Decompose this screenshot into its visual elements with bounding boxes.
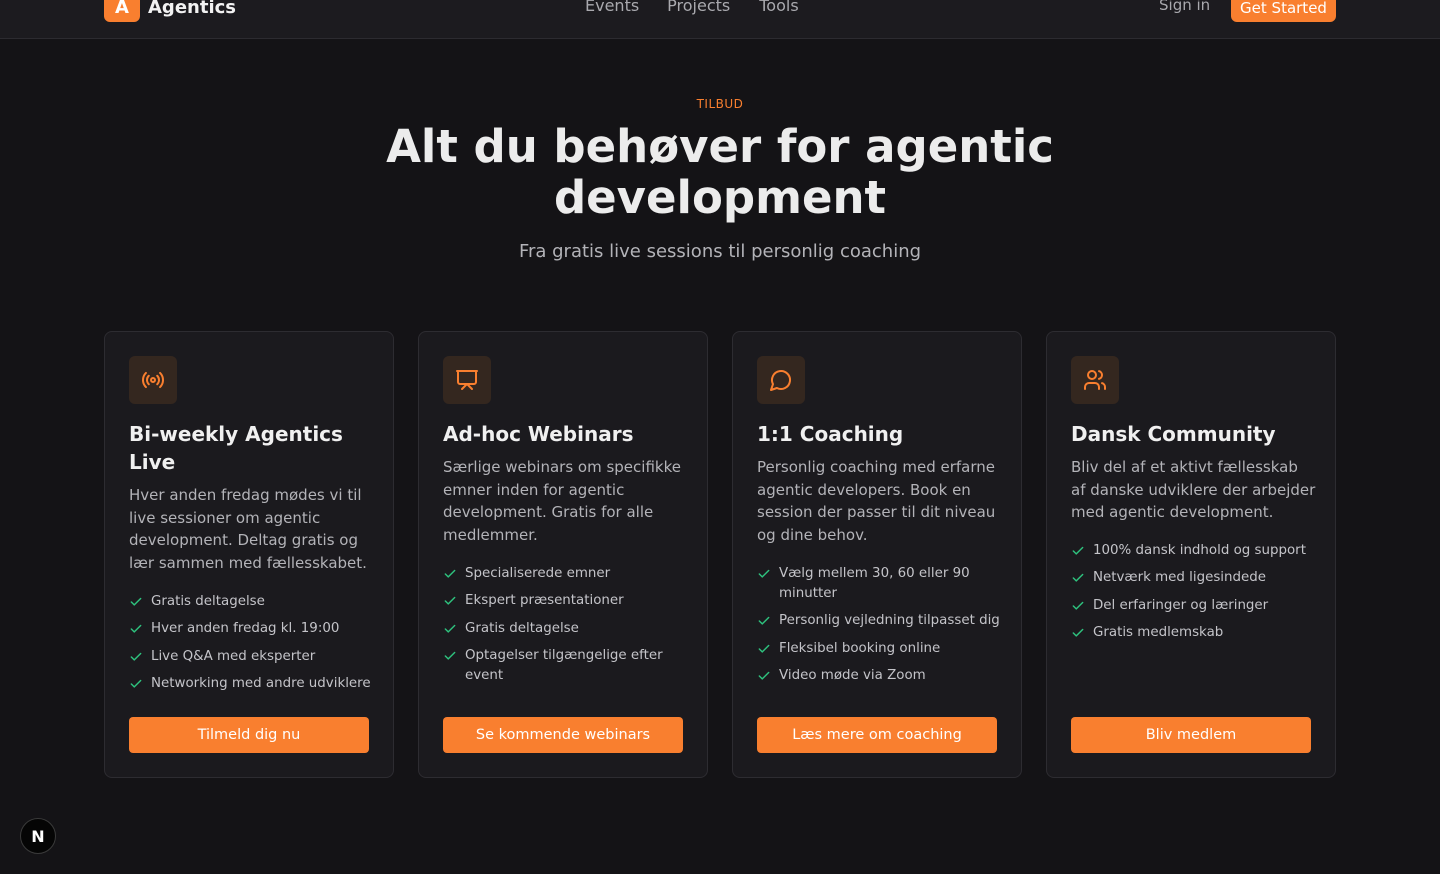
feature-label: Vælg mellem 30, 60 eller 90 minutter <box>779 566 970 601</box>
feature-item: Gratis deltagelse <box>129 592 379 612</box>
signup-button[interactable]: Tilmeld dig nu <box>129 717 369 753</box>
page-subtitle: Fra gratis live sessions til personlig c… <box>518 241 922 262</box>
presentation-icon <box>443 356 491 404</box>
check-icon <box>443 649 457 670</box>
feature-item: Netværk med ligesindede <box>1071 568 1321 588</box>
card-description: Hver anden fredag mødes vi til live sess… <box>129 486 367 573</box>
feature-label: Ekspert præsentationer <box>465 593 624 609</box>
card-title: 1:1 Coaching <box>757 422 904 446</box>
users-icon <box>1071 356 1119 404</box>
feature-label: Netværk med ligesindede <box>1093 570 1266 586</box>
check-icon <box>757 567 771 588</box>
feature-label: Video møde via Zoom <box>779 668 926 684</box>
feature-list: 100% dansk indhold og support Netværk me… <box>1071 541 1321 651</box>
check-icon <box>129 650 143 671</box>
feature-label: Fleksibel booking online <box>779 640 941 656</box>
check-icon <box>129 622 143 643</box>
card-description: Bliv del af et aktivt fællesskab af dans… <box>1071 458 1316 522</box>
check-icon <box>1071 571 1085 592</box>
dev-tools-badge[interactable]: N <box>20 818 56 854</box>
nav-tools[interactable]: Tools <box>759 0 798 15</box>
feature-label: Personlig vejledning tilpasset dig <box>779 613 1000 629</box>
offer-card-webinars: Ad-hoc Webinars Særlige webinars om spec… <box>418 331 708 778</box>
card-title: Dansk Community <box>1071 422 1276 446</box>
card-description: Personlig coaching med erfarne agentic d… <box>757 458 996 545</box>
card-title: Ad-hoc Webinars <box>443 422 634 446</box>
feature-label: Live Q&A med eksperter <box>151 648 316 664</box>
offer-card-community: Dansk Community Bliv del af et aktivt fæ… <box>1046 331 1336 778</box>
chat-bubble-icon <box>757 356 805 404</box>
feature-label: Gratis deltagelse <box>151 594 265 609</box>
join-button[interactable]: Bliv medlem <box>1071 717 1311 753</box>
get-started-button[interactable]: Get Started <box>1231 0 1336 22</box>
check-icon <box>443 567 457 588</box>
check-icon <box>1071 544 1085 565</box>
feature-label: Del erfaringer og læringer <box>1093 597 1269 613</box>
feature-item: Ekspert præsentationer <box>443 591 693 611</box>
check-icon <box>443 622 457 643</box>
feature-label: Specialiserede emner <box>465 566 611 581</box>
feature-label: Optagelser tilgængelige efter event <box>465 648 663 684</box>
feature-item: 100% dansk indhold og support <box>1071 541 1321 561</box>
feature-label: 100% dansk indhold og support <box>1093 543 1306 558</box>
broadcast-icon <box>129 356 177 404</box>
card-description: Særlige webinars om specifikke emner ind… <box>443 458 681 545</box>
feature-item: Gratis medlemskab <box>1071 623 1321 643</box>
feature-item: Vælg mellem 30, 60 eller 90 minutter <box>757 564 1007 603</box>
feature-item: Fleksibel booking online <box>757 639 1007 659</box>
check-icon <box>757 642 771 663</box>
check-icon <box>129 595 143 616</box>
check-icon <box>443 594 457 615</box>
feature-item: Live Q&A med eksperter <box>129 647 379 667</box>
feature-item: Del erfaringer og læringer <box>1071 596 1321 616</box>
check-icon <box>1071 626 1085 647</box>
feature-item: Specialiserede emner <box>443 564 693 584</box>
check-icon <box>1071 599 1085 620</box>
offer-card-coaching: 1:1 Coaching Personlig coaching med erfa… <box>732 331 1022 778</box>
feature-list: Gratis deltagelse Hver anden fredag kl. … <box>129 592 379 702</box>
feature-item: Gratis deltagelse <box>443 619 693 639</box>
feature-list: Vælg mellem 30, 60 eller 90 minutter Per… <box>757 564 1007 694</box>
page-title: Alt du behøver for agentic development <box>386 120 1054 224</box>
main-nav: Events Projects Tools <box>585 0 799 15</box>
feature-item: Networking med andre udviklere <box>129 674 379 694</box>
offer-card-live: Bi-weekly Agentics Live Hver anden freda… <box>104 331 394 778</box>
nav-events[interactable]: Events <box>585 0 639 15</box>
logo-link[interactable]: A Agentics <box>104 0 236 22</box>
feature-item: Video møde via Zoom <box>757 666 1007 686</box>
card-title: Bi-weekly Agentics Live <box>129 422 343 474</box>
brand-name: Agentics <box>148 0 236 18</box>
see-webinars-button[interactable]: Se kommende webinars <box>443 717 683 753</box>
nav-projects[interactable]: Projects <box>667 0 730 15</box>
check-icon <box>757 614 771 635</box>
check-icon <box>129 677 143 698</box>
check-icon <box>757 669 771 690</box>
coaching-info-button[interactable]: Læs mere om coaching <box>757 717 997 753</box>
logo-mark: A <box>104 0 140 22</box>
sign-in-link[interactable]: Sign in <box>1159 0 1210 14</box>
feature-label: Gratis medlemskab <box>1093 625 1224 641</box>
feature-list: Specialiserede emner Ekspert præsentatio… <box>443 564 693 694</box>
feature-label: Hver anden fredag kl. 19:00 <box>151 621 340 637</box>
feature-item: Hver anden fredag kl. 19:00 <box>129 619 379 639</box>
site-header: A Agentics Events Projects Tools Sign in… <box>0 0 1440 39</box>
feature-label: Networking med andre udviklere <box>151 676 371 692</box>
section-eyebrow: TILBUD <box>696 97 744 111</box>
feature-item: Optagelser tilgængelige efter event <box>443 646 693 685</box>
feature-label: Gratis deltagelse <box>465 620 579 636</box>
feature-item: Personlig vejledning tilpasset dig <box>757 611 1007 631</box>
